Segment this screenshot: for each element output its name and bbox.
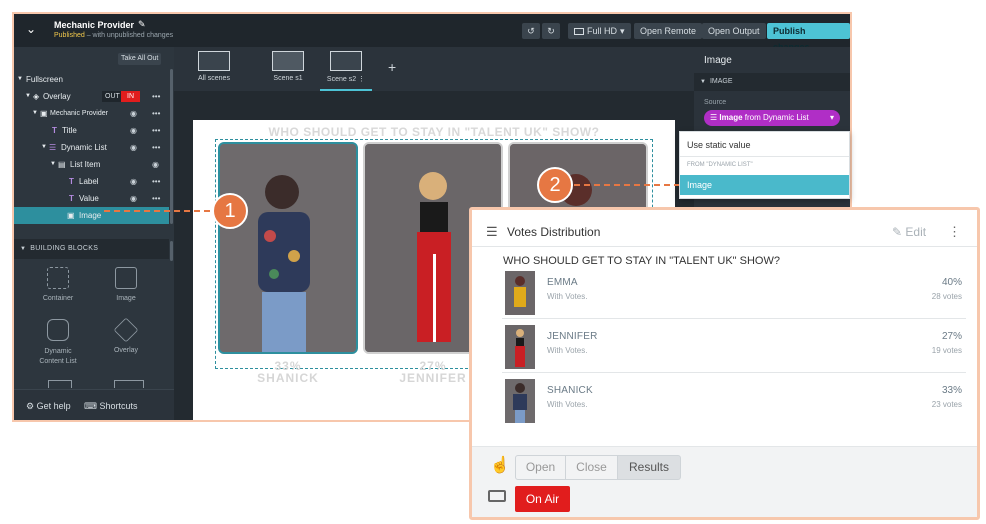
candidate-percent: 40% — [941, 277, 962, 288]
candidate-subtitle: With Votes. — [547, 292, 588, 301]
controls-area: ☝ Open Close Results On Air — [472, 446, 977, 517]
monitor-icon — [488, 490, 506, 502]
candidate-name: SHANICK — [547, 385, 593, 396]
edit-label: Edit — [905, 225, 927, 239]
callout-badge-1: 1 — [212, 193, 248, 229]
candidate-votes: 28 votes — [931, 292, 962, 301]
votes-question: WHO SHOULD GET TO STAY IN "TALENT UK" SH… — [503, 255, 780, 267]
votes-panel: ☰ Votes Distribution ✎ Edit ⋮ WHO SHOULD… — [469, 207, 980, 520]
candidate-photo — [505, 325, 535, 369]
edit-button[interactable]: ✎ Edit — [892, 225, 926, 239]
candidate-subtitle: With Votes. — [547, 400, 588, 409]
candidate-photo — [505, 379, 535, 423]
votes-title: Votes Distribution — [507, 225, 601, 239]
pencil-icon: ✎ — [892, 225, 903, 239]
candidate-votes: 23 votes — [931, 400, 962, 409]
candidate-name: EMMA — [547, 277, 578, 288]
vote-row: SHANICK With Votes. 33% 23 votes — [502, 375, 966, 427]
results-button[interactable]: Results — [617, 455, 681, 480]
callout-badge-2: 2 — [537, 167, 573, 203]
candidate-percent: 33% — [941, 385, 962, 396]
more-vertical-icon[interactable]: ⋮ — [948, 224, 961, 240]
candidate-name: JENNIFER — [547, 331, 598, 342]
candidate-subtitle: With Votes. — [547, 346, 588, 355]
menu-icon[interactable]: ☰ — [486, 224, 498, 240]
vote-row: EMMA With Votes. 40% 28 votes — [502, 267, 966, 319]
open-button[interactable]: Open — [515, 455, 566, 480]
vote-row: JENNIFER With Votes. 27% 19 votes — [502, 321, 966, 373]
candidate-percent: 27% — [941, 331, 962, 342]
header-divider — [472, 246, 977, 247]
on-air-button[interactable]: On Air — [515, 486, 570, 512]
hand-pointer-icon: ☝ — [490, 457, 510, 474]
candidate-votes: 19 votes — [931, 346, 962, 355]
candidate-photo — [505, 271, 535, 315]
close-button[interactable]: Close — [565, 455, 618, 480]
